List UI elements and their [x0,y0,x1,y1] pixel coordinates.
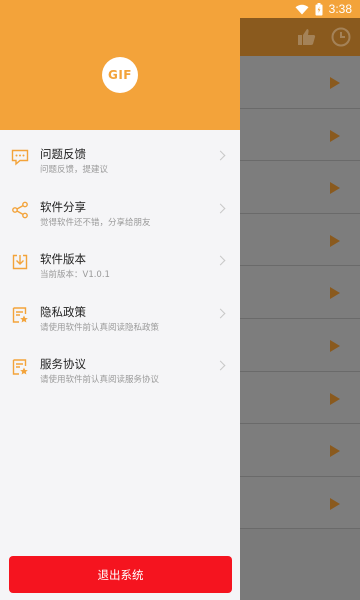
navigation-drawer: GIF 问题反馈 问题反馈，提建议 软件分享 觉得软件还不错，分享给朋友 软件版… [0,0,240,600]
wifi-icon [295,4,309,14]
policy-icon [12,306,28,323]
menu-item-title: 问题反馈 [40,147,86,161]
background-toolbar [240,18,360,56]
background-list-item [240,266,360,319]
background-list-item [240,108,360,162]
menu-item-title: 软件版本 [40,252,86,266]
menu-item-feedback[interactable]: 问题反馈 问题反馈，提建议 [0,130,240,183]
chevron-right-icon [215,360,226,371]
menu-item-title: 软件分享 [40,199,86,214]
play-icon [330,234,340,247]
chevron-right-icon [215,308,226,318]
menu-item-agreement[interactable]: 服务协议 请使用软件前认真阅读服务协议 [0,340,240,393]
menu-item-privacy[interactable]: 隐私政策 请使用软件前认真阅读隐私政策 [0,288,240,341]
status-icons: 3:38 [295,2,352,16]
background-list-item [240,424,360,477]
menu-item-share[interactable]: 软件分享 觉得软件还不错，分享给朋友 [0,183,240,236]
logout-button[interactable]: 退出系统 [9,556,232,593]
history-clock-icon [331,27,351,47]
drawer-menu: 问题反馈 问题反馈，提建议 软件分享 觉得软件还不错，分享给朋友 软件版本 当前… [0,130,240,393]
play-icon [330,445,340,458]
thumbs-up-icon [298,29,316,45]
play-icon [330,497,340,510]
background-list-item [240,476,360,530]
share-icon [12,201,28,218]
background-list-item [240,318,360,372]
play-icon [330,77,340,89]
logo-text: GIF [107,68,132,82]
background-list [240,56,360,530]
chevron-right-icon [215,203,226,213]
status-time: 3:38 [328,2,352,16]
feedback-icon [11,149,29,166]
background-list-item [240,371,360,425]
background-list-item [240,56,360,109]
app-logo: GIF [102,57,138,93]
play-icon [330,287,340,300]
play-icon [330,129,340,142]
play-icon [330,339,340,352]
menu-item-subtitle: 请使用软件前认真阅读服务协议 [40,375,160,385]
chevron-right-icon [215,150,226,161]
menu-item-subtitle: 请使用软件前认真阅读隐私政策 [40,322,160,333]
download-icon [12,254,28,270]
drawer-header: GIF [0,0,240,130]
menu-item-title: 隐私政策 [40,304,86,319]
menu-item-title: 服务协议 [40,357,86,371]
menu-item-subtitle: 问题反馈，提建议 [40,165,109,175]
menu-item-version[interactable]: 软件版本 当前版本：V1.0.1 [0,235,240,288]
menu-item-subtitle: 觉得软件还不错，分享给朋友 [40,217,151,228]
battery-icon [315,2,323,15]
play-icon [330,392,340,405]
chevron-right-icon [215,255,226,266]
background-list-item [240,213,360,267]
agreement-icon [12,359,28,375]
play-icon [330,182,340,195]
menu-item-subtitle: 当前版本：V1.0.1 [40,270,110,280]
background-list-item [240,161,360,214]
